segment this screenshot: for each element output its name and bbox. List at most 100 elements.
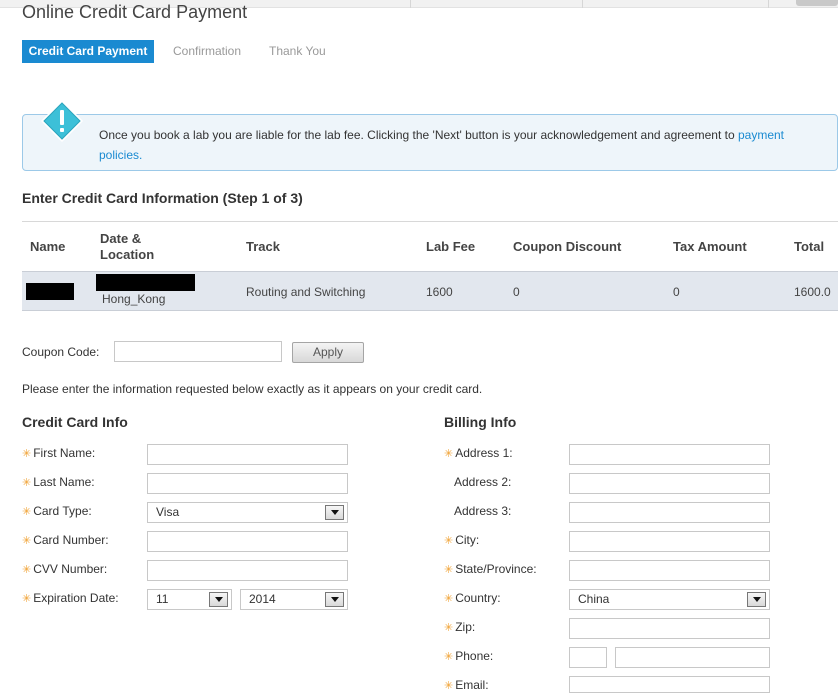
step-tab-credit-card-payment[interactable]: Credit Card Payment xyxy=(22,40,154,63)
email-label-text: Email: xyxy=(455,678,489,692)
dropdown-arrow-icon[interactable] xyxy=(209,592,228,607)
cvv-label-text: CVV Number: xyxy=(33,562,108,576)
header-lab-fee: Lab Fee xyxy=(426,239,476,254)
city-label: ✳ City: xyxy=(444,533,479,547)
state-label: ✳ State/Province: xyxy=(444,562,537,576)
dropdown-arrow-icon[interactable] xyxy=(325,592,344,607)
step-tab-thank-you[interactable]: Thank You xyxy=(269,40,326,63)
cvv-input[interactable] xyxy=(147,560,348,581)
alert-box: Once you book a lab you are liable for t… xyxy=(22,100,838,171)
address2-input[interactable] xyxy=(569,473,770,494)
country-label: ✳ Country: xyxy=(444,591,501,605)
strip-divider xyxy=(410,0,411,8)
country-select[interactable]: China xyxy=(569,589,770,610)
header-date-location: Date & Location xyxy=(100,231,155,262)
header-coupon-discount: Coupon Discount xyxy=(513,239,622,254)
zip-input[interactable] xyxy=(569,618,770,639)
address1-input[interactable] xyxy=(569,444,770,465)
card-type-value: Visa xyxy=(156,505,180,519)
required-asterisk-icon: ✳ xyxy=(444,535,454,547)
first-name-label: ✳ First Name: xyxy=(22,446,95,460)
email-input[interactable] xyxy=(569,676,770,693)
required-asterisk-icon: ✳ xyxy=(22,506,32,518)
alert-text: Once you book a lab you are liable for t… xyxy=(99,128,738,142)
table-header: Name Date & Location Track Lab Fee Coupo… xyxy=(22,221,838,271)
table-row: Hong_Kong Routing and Switching 1600 0 0… xyxy=(22,271,838,311)
billing-info-title: Billing Info xyxy=(444,414,517,430)
coupon-code-label: Coupon Code: xyxy=(22,345,100,359)
required-asterisk-icon: ✳ xyxy=(444,651,454,663)
expiration-year-select[interactable]: 2014 xyxy=(240,589,348,610)
exclamation-diamond-icon xyxy=(41,100,83,142)
required-asterisk-icon: ✳ xyxy=(444,593,454,605)
card-type-select[interactable]: Visa xyxy=(147,502,348,523)
required-asterisk-icon: ✳ xyxy=(22,535,32,547)
section-title: Enter Credit Card Information (Step 1 of… xyxy=(22,190,303,206)
phone-country-code-input[interactable] xyxy=(569,647,607,668)
email-label: ✳ Email: xyxy=(444,678,489,692)
strip-divider xyxy=(768,0,769,8)
header-name: Name xyxy=(30,239,66,254)
row-tax-amount: 0 xyxy=(673,285,680,299)
redacted-date xyxy=(96,274,195,291)
credit-card-info-title: Credit Card Info xyxy=(22,414,128,430)
last-name-label-text: Last Name: xyxy=(33,475,95,489)
city-input[interactable] xyxy=(569,531,770,552)
header-track: Track xyxy=(246,239,280,254)
row-coupon-discount: 0 xyxy=(513,285,520,299)
zip-label: ✳ Zip: xyxy=(444,620,475,634)
country-value: China xyxy=(578,592,610,606)
expiration-date-label: ✳ Expiration Date: xyxy=(22,591,119,605)
required-asterisk-icon: ✳ xyxy=(444,564,454,576)
page-title: Online Credit Card Payment xyxy=(22,2,248,22)
last-name-input[interactable] xyxy=(147,473,348,494)
header-tax-amount: Tax Amount xyxy=(673,239,747,254)
card-type-label-text: Card Type: xyxy=(33,504,92,518)
zip-label-text: Zip: xyxy=(455,620,476,634)
state-input[interactable] xyxy=(569,560,770,581)
strip-cap xyxy=(796,0,838,6)
row-track: Routing and Switching xyxy=(246,285,366,299)
phone-number-input[interactable] xyxy=(615,647,770,668)
expiration-month-value: 11 xyxy=(156,592,169,606)
row-total: 1600.0 xyxy=(794,285,831,299)
state-label-text: State/Province: xyxy=(455,562,537,576)
required-asterisk-icon: ✳ xyxy=(22,564,32,576)
address1-label: ✳ Address 1: xyxy=(444,446,513,460)
address2-label: Address 2: xyxy=(454,475,512,489)
required-asterisk-icon: ✳ xyxy=(22,448,32,460)
address1-label-text: Address 1: xyxy=(455,446,513,460)
dropdown-arrow-icon[interactable] xyxy=(747,592,766,607)
instructions-text: Please enter the information requested b… xyxy=(22,382,483,396)
address3-input[interactable] xyxy=(569,502,770,523)
country-label-text: Country: xyxy=(455,591,501,605)
card-number-input[interactable] xyxy=(147,531,348,552)
expiration-year-value: 2014 xyxy=(249,592,276,606)
card-number-label-text: Card Number: xyxy=(33,533,109,547)
required-asterisk-icon: ✳ xyxy=(444,448,454,460)
required-asterisk-icon: ✳ xyxy=(444,622,454,634)
row-location: Hong_Kong xyxy=(102,292,166,306)
address3-label: Address 3: xyxy=(454,504,512,518)
required-asterisk-icon: ✳ xyxy=(22,477,32,489)
required-asterisk-icon: ✳ xyxy=(444,680,454,692)
apply-coupon-button[interactable]: Apply xyxy=(292,342,364,363)
phone-label: ✳ Phone: xyxy=(444,649,493,663)
required-asterisk-icon: ✳ xyxy=(22,593,32,605)
step-tab-confirmation[interactable]: Confirmation xyxy=(173,40,241,63)
first-name-label-text: First Name: xyxy=(33,446,96,460)
card-number-label: ✳ Card Number: xyxy=(22,533,109,547)
expiration-date-label-text: Expiration Date: xyxy=(33,591,119,605)
row-lab-fee: 1600 xyxy=(426,285,453,299)
alert-message: Once you book a lab you are liable for t… xyxy=(99,125,827,165)
header-total: Total xyxy=(794,239,825,254)
first-name-input[interactable] xyxy=(147,444,348,465)
city-label-text: City: xyxy=(455,533,480,547)
dropdown-arrow-icon[interactable] xyxy=(325,505,344,520)
last-name-label: ✳ Last Name: xyxy=(22,475,95,489)
coupon-code-input[interactable] xyxy=(114,341,282,362)
card-type-label: ✳ Card Type: xyxy=(22,504,92,518)
cvv-label: ✳ CVV Number: xyxy=(22,562,107,576)
expiration-month-select[interactable]: 11 xyxy=(147,589,232,610)
strip-divider xyxy=(582,0,583,8)
